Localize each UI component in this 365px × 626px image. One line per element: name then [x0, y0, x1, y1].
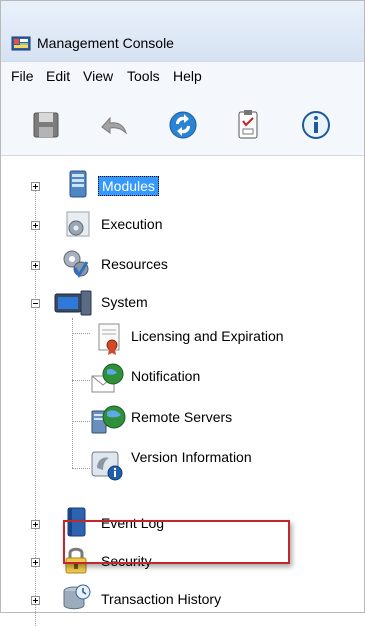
menu-tools[interactable]: Tools	[127, 68, 160, 84]
collapse-toggle[interactable]	[31, 299, 40, 308]
management-console-window: Management Console File Edit View Tools …	[0, 0, 365, 626]
tree-item-label: Transaction History	[101, 591, 222, 607]
menu-view[interactable]: View	[83, 68, 113, 84]
refresh-button[interactable]	[166, 108, 200, 142]
clipboard-icon	[238, 110, 258, 139]
toolbar	[1, 89, 364, 156]
tree-item-label: System	[101, 294, 148, 310]
expand-toggle[interactable]	[31, 520, 40, 529]
history-database-icon	[63, 584, 91, 610]
expand-toggle[interactable]	[31, 182, 40, 191]
menu-file[interactable]: File	[11, 68, 34, 84]
clipboard-button[interactable]	[231, 108, 265, 142]
tree-item-resources[interactable]: Resources	[1, 248, 365, 282]
tree-item-label: Notification	[131, 368, 201, 384]
tree-item-version-information[interactable]: Version Information	[1, 449, 365, 490]
tree-item-label: Execution	[101, 216, 163, 232]
save-icon	[33, 112, 59, 138]
expand-toggle[interactable]	[31, 558, 40, 567]
undo-icon	[101, 116, 127, 135]
save-button[interactable]	[29, 108, 63, 142]
menu-bar: File Edit View Tools Help	[1, 62, 364, 90]
menu-edit[interactable]: Edit	[46, 68, 70, 84]
tree-item-label: Remote Servers	[131, 409, 233, 425]
mail-globe-icon	[91, 363, 124, 393]
server-globe-icon	[91, 405, 126, 434]
gear-icon	[66, 211, 90, 237]
server-icon	[69, 170, 87, 198]
tree-item-system[interactable]: System	[1, 286, 365, 320]
expand-toggle[interactable]	[31, 261, 40, 270]
tree-item-label: Licensing and Expiration	[131, 328, 284, 344]
app-icon	[11, 36, 31, 51]
info-icon	[302, 111, 330, 139]
tree-item-execution[interactable]: Execution	[1, 208, 365, 242]
tree-item-label: Modules	[98, 176, 159, 196]
computer-icon	[54, 290, 92, 316]
menu-help[interactable]: Help	[173, 68, 202, 84]
tree-item-remote-servers[interactable]: Remote Servers	[1, 405, 365, 443]
tree-item-label: Version Information	[131, 449, 252, 465]
gears-icon	[63, 250, 89, 278]
title-bar: Management Console	[1, 1, 364, 62]
tree-item-label: Resources	[101, 256, 168, 272]
navigation-tree: Modules Execution Resources System Licen…	[1, 156, 365, 626]
tree-item-modules[interactable]: Modules	[1, 169, 365, 203]
tree-item-licensing-and-expiration[interactable]: Licensing and Expiration	[1, 323, 365, 362]
undo-button[interactable]	[97, 108, 131, 142]
info-button[interactable]	[299, 108, 333, 142]
tree-item-notification[interactable]: Notification	[1, 363, 365, 402]
highlight-box	[63, 520, 290, 564]
window-title: Management Console	[37, 35, 174, 51]
refresh-icon	[169, 111, 197, 139]
expand-toggle[interactable]	[31, 221, 40, 230]
version-info-icon	[91, 451, 123, 481]
certificate-icon	[98, 323, 120, 355]
expand-toggle[interactable]	[31, 596, 40, 605]
tree-item-transaction-history[interactable]: Transaction History	[1, 583, 365, 617]
